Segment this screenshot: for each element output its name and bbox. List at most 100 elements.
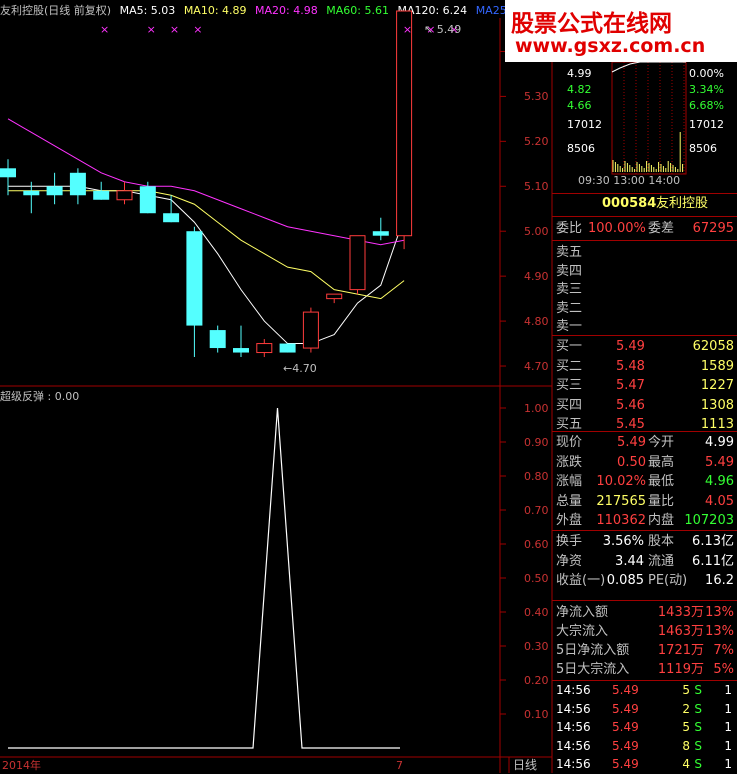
- tick-price: 5.49: [612, 720, 639, 734]
- flow-row: 净流入额 1433万 13%: [554, 603, 736, 622]
- fund-value: 6.11亿: [692, 553, 734, 569]
- fund-value: 16.2: [705, 573, 734, 588]
- flow-value: 1119万: [657, 662, 704, 677]
- buy-price: 5.47: [616, 378, 645, 393]
- candle-body: [93, 190, 110, 200]
- stock-code: 000584: [602, 196, 657, 211]
- sell-label: 卖一: [556, 319, 583, 334]
- flow-row: 大宗流入 1463万 13%: [554, 622, 736, 641]
- mini-time-label: 09:30 13:00 14:00: [578, 174, 681, 187]
- tick-time: 14:56: [556, 701, 591, 716]
- weibi-row: 委比 100.00% 委差 67295: [554, 219, 736, 238]
- candle-body: [279, 343, 296, 353]
- tick-side: S: [694, 738, 702, 753]
- candle-body: [139, 186, 156, 214]
- tick-count: 1: [724, 683, 732, 697]
- stat-label: 涨幅: [556, 474, 583, 489]
- indicator-tick-label: 0.50: [524, 572, 549, 585]
- buy-price: 5.48: [616, 358, 645, 374]
- stat-value: 4.96: [705, 474, 734, 489]
- buy-row: 买一 5.49 62058: [554, 337, 736, 356]
- signal-marker: ×: [170, 23, 179, 36]
- fund-label: 换手: [556, 534, 583, 549]
- candle-body: [233, 348, 249, 353]
- price-tick-label: 5.30: [524, 90, 549, 104]
- buy-label: 买四: [556, 397, 583, 413]
- tick-count: 1: [724, 738, 732, 753]
- tick-volume: 8: [682, 738, 690, 753]
- flow-label: 5日大宗流入: [556, 662, 630, 677]
- year-label: 2014年: [2, 759, 41, 772]
- tick-time: 14:56: [556, 738, 591, 753]
- tick-volume: 4: [682, 757, 690, 771]
- buy-volume: 1308: [700, 397, 734, 413]
- stat-label: 最低: [648, 474, 675, 489]
- flow-value: 1721万: [657, 643, 704, 658]
- stat-label: 量比: [648, 493, 675, 509]
- stats-row: 外盘 110362 内盘 107203: [554, 511, 736, 530]
- weicha-label: 委差: [648, 221, 675, 236]
- tick-row: 14:56 5.49 8 S 1: [554, 737, 736, 756]
- tick-side: S: [694, 720, 702, 734]
- flow-label: 净流入额: [556, 605, 609, 620]
- price-tick-label: 5.20: [524, 135, 549, 149]
- mini-price-label: 8506: [567, 142, 595, 155]
- indicator-tick-label: 0.40: [524, 606, 549, 619]
- tick-time: 14:56: [556, 757, 591, 771]
- indicator-tick-label: 0.60: [524, 538, 549, 551]
- tick-row: 14:56 5.49 5 S 1: [554, 681, 736, 700]
- buy-label: 买一: [556, 339, 583, 354]
- fund-value: 3.56%: [602, 534, 644, 549]
- sell-label: 卖四: [556, 263, 583, 279]
- stat-value: 10.02%: [596, 474, 646, 489]
- indicator-tick-label: 0.70: [524, 504, 549, 517]
- candle-body: [302, 311, 319, 349]
- buy-label: 买二: [556, 358, 583, 374]
- buy-price: 5.49: [616, 339, 645, 354]
- low-value: 4.70: [292, 362, 317, 375]
- fundamental-row: 净资 3.44 流通 6.11亿: [554, 552, 736, 571]
- tick-volume: 5: [682, 720, 690, 734]
- watermark-title: 股票公式在线网: [511, 11, 672, 37]
- sell-row: 卖一: [554, 317, 736, 336]
- tick-row: 14:56 5.49 5 S 1: [554, 718, 736, 737]
- stat-value: 5.49: [705, 454, 734, 470]
- fund-label: 净资: [556, 553, 583, 569]
- tick-price: 5.49: [612, 683, 639, 697]
- stat-label: 总量: [556, 493, 583, 509]
- indicator-tick-label: 0.20: [524, 674, 549, 687]
- high-value: 5.49: [436, 23, 462, 36]
- flow-row: 5日大宗流入 1119万 5%: [554, 660, 736, 679]
- stat-value: 4.99: [705, 435, 734, 450]
- indicator-tick-label: 0.80: [524, 470, 549, 483]
- signal-marker: ×: [147, 23, 156, 36]
- stats-row: 现价 5.49 今开 4.99: [554, 433, 736, 452]
- candle-body: [209, 330, 226, 349]
- price-tick-label: 4.90: [524, 270, 549, 284]
- panel-separator: [552, 335, 737, 336]
- tick-time: 14:56: [556, 720, 591, 734]
- tick-count: 1: [724, 757, 732, 771]
- stats-row: 涨跌 0.50 最高 5.49: [554, 453, 736, 472]
- weibi-label: 委比: [556, 221, 583, 236]
- tick-side: S: [694, 757, 702, 771]
- candle-body: [256, 343, 273, 354]
- buy-row: 买四 5.46 1308: [554, 396, 736, 415]
- weicha-value: 67295: [692, 221, 734, 236]
- stat-value: 217565: [596, 493, 646, 509]
- panel-separator: [552, 600, 737, 601]
- period-tab[interactable]: 日线: [513, 759, 537, 772]
- mini-pct-label: 3.34%: [689, 83, 724, 96]
- sell-label: 卖二: [556, 300, 583, 316]
- fund-value: 0.085: [606, 573, 644, 588]
- month-label: 7: [396, 759, 403, 772]
- flow-value: 1463万: [657, 624, 704, 639]
- candle-body: [372, 231, 389, 236]
- fund-value: 3.44: [615, 553, 644, 569]
- stat-label: 现价: [556, 435, 583, 450]
- stats-row: 涨幅 10.02% 最低 4.96: [554, 472, 736, 491]
- candle-body: [349, 235, 366, 291]
- mini-pct-label: 6.68%: [689, 99, 724, 112]
- high-annotation: ↖ 5.49: [424, 23, 462, 36]
- watermark-url: www.gsxz.com.cn: [515, 35, 706, 57]
